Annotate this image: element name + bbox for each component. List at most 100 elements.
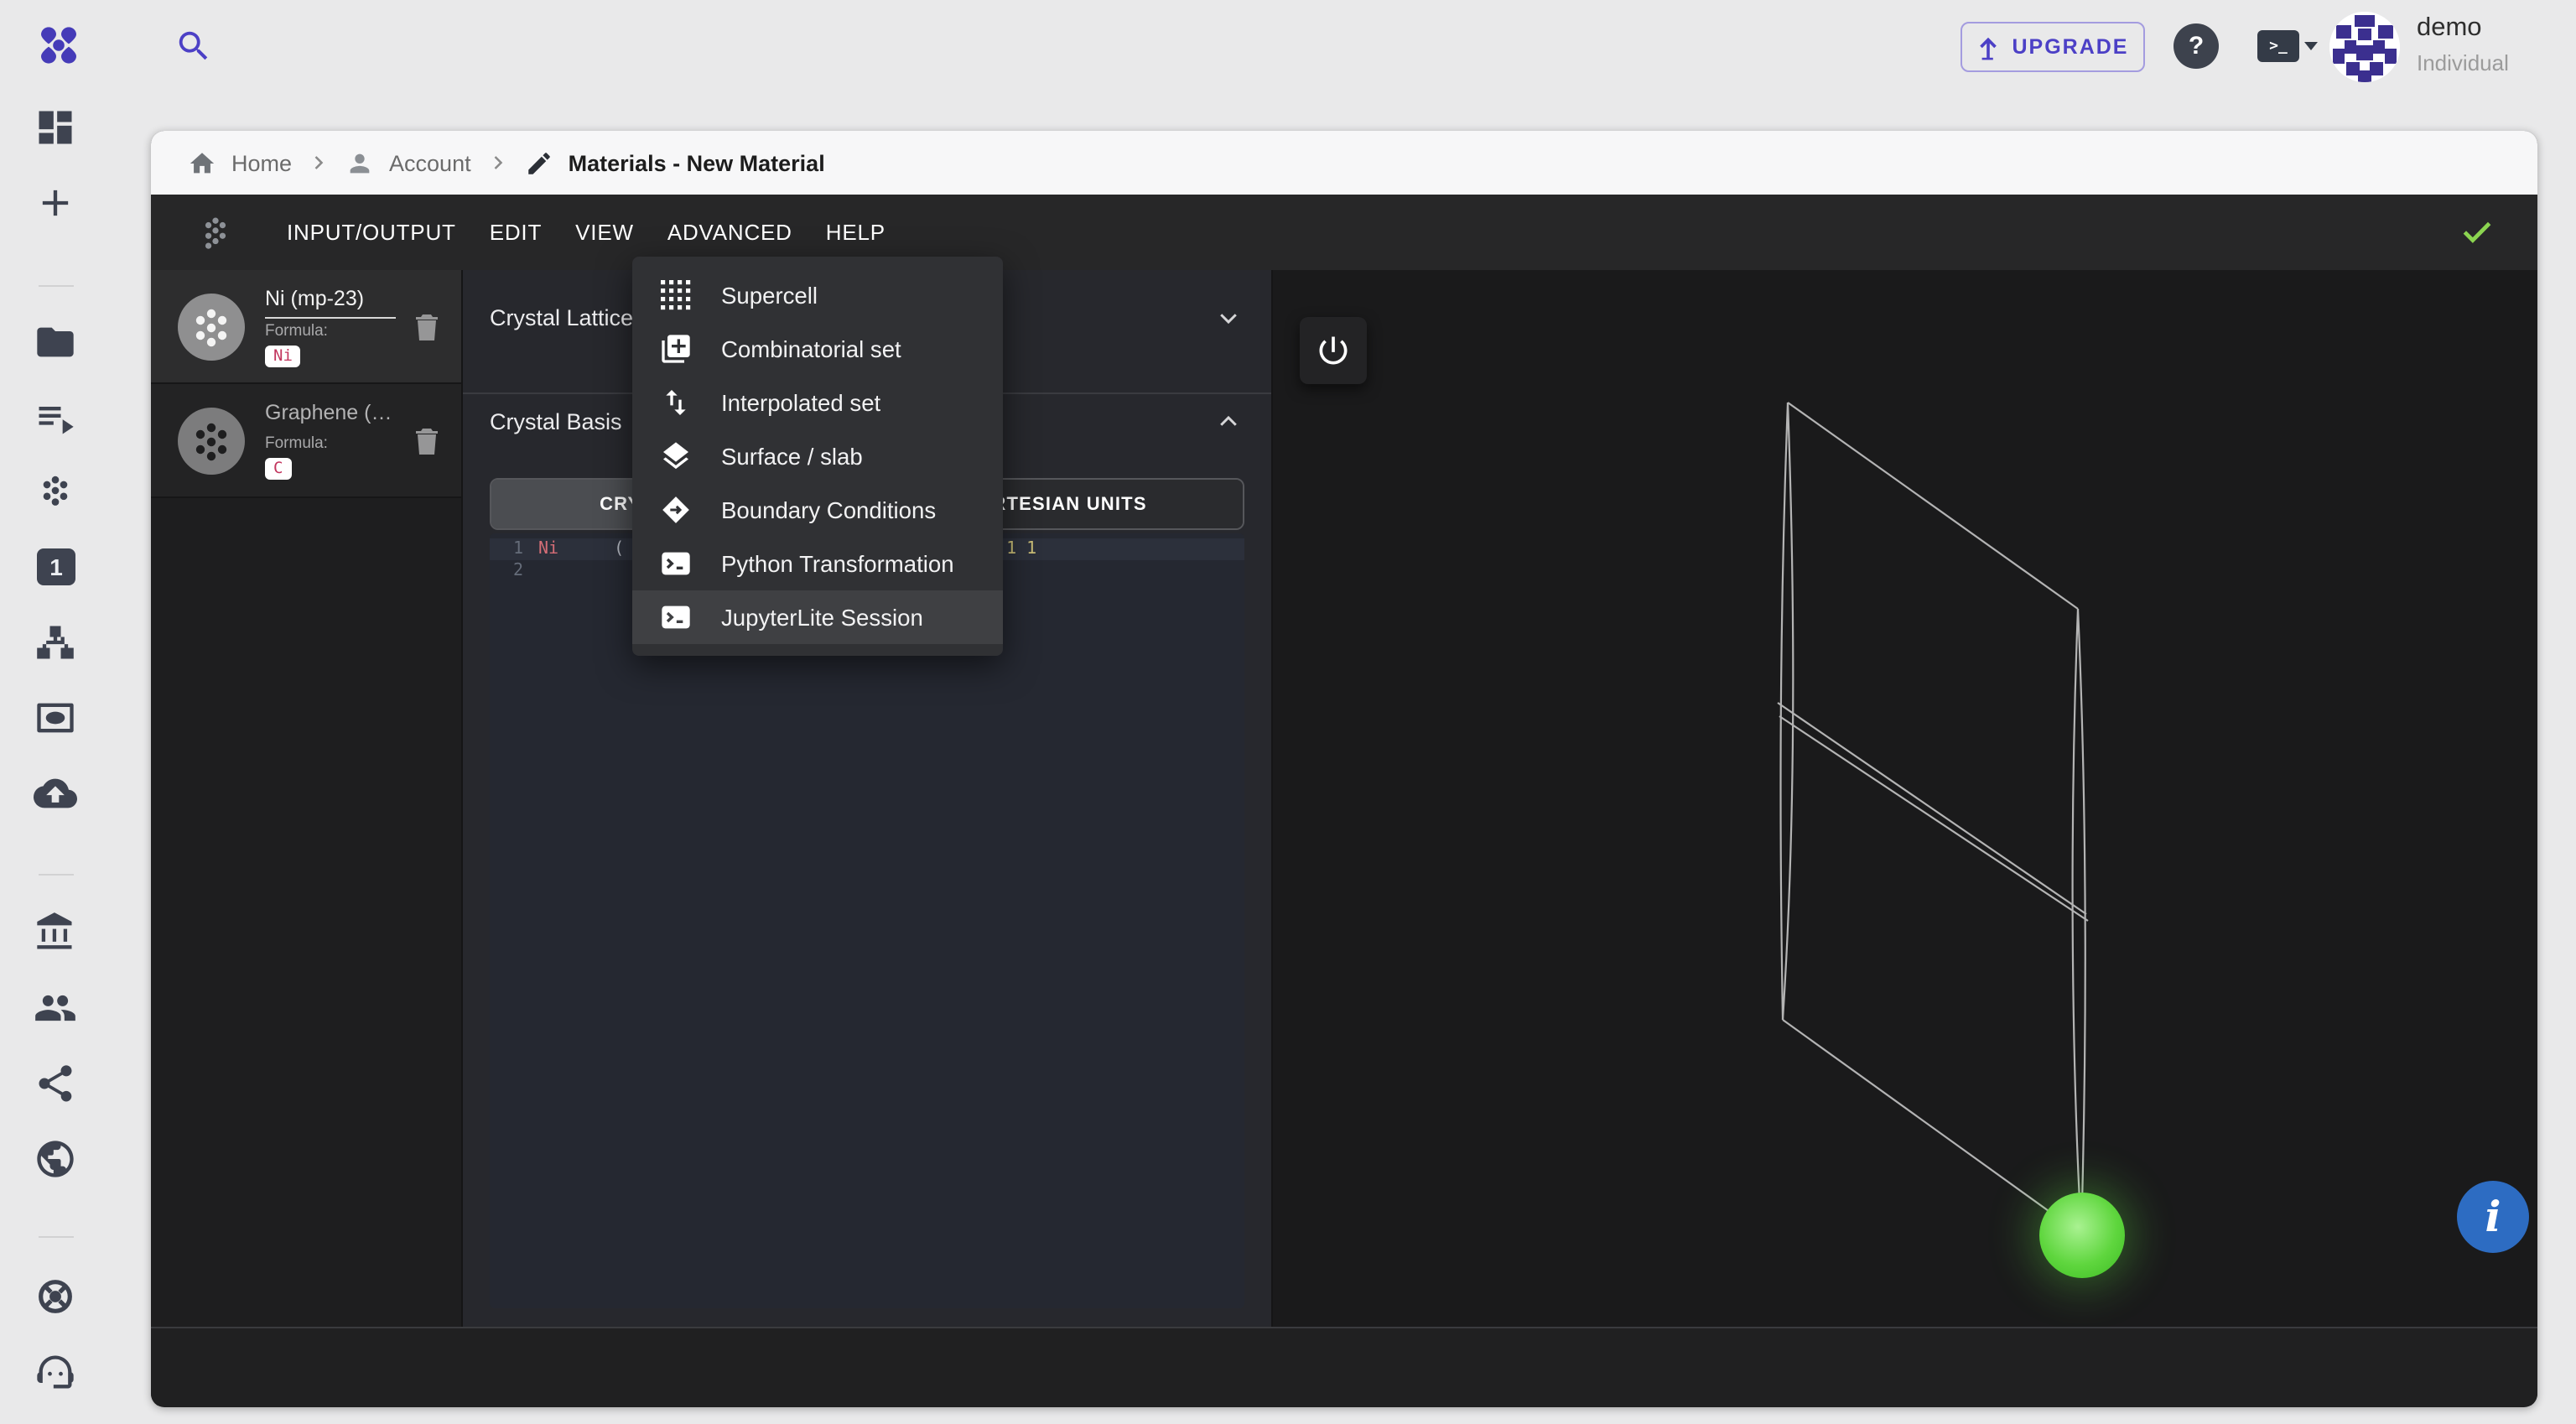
formula-label: Formula: [265, 321, 328, 340]
terminal-icon [659, 600, 693, 634]
line-number: 1 [512, 540, 523, 559]
power-icon [1319, 336, 1348, 365]
headset-icon[interactable] [34, 1350, 77, 1394]
material-name[interactable]: Ni (mp-23) [265, 286, 396, 318]
molecule-icon[interactable] [34, 470, 77, 513]
app-root: UPGRADE ? >_ demo Individual 1 Home Acco… [0, 0, 2576, 1424]
advanced-dropdown-menu: Supercell Combinatorial set Interpolated… [632, 257, 1003, 656]
menu-item-label: Surface / slab [721, 444, 863, 469]
material-item-ni[interactable]: Ni (mp-23) Formula: Ni [151, 270, 461, 384]
chevron-right-icon [486, 151, 510, 174]
dashboard-icon[interactable] [34, 106, 77, 149]
cloud-upload-icon[interactable] [34, 772, 77, 815]
bank-icon[interactable] [34, 911, 77, 954]
breadcrumb-home[interactable]: Home [231, 150, 292, 175]
chevron-up-icon[interactable] [1216, 408, 1241, 434]
delete-material-icon[interactable] [413, 310, 441, 342]
formula-badge: C [265, 458, 292, 480]
search-icon[interactable] [174, 27, 213, 65]
menu-help[interactable]: HELP [809, 206, 902, 258]
editor-menubar: INPUT/OUTPUT EDIT VIEW ADVANCED HELP [151, 195, 2537, 270]
upgrade-label: UPGRADE [2012, 35, 2129, 59]
menu-item-combinatorial-set[interactable]: Combinatorial set [632, 322, 1003, 376]
molecule-logo-icon [205, 217, 226, 249]
unit-cell-wireframe [1777, 402, 2089, 1235]
surface-slab-icon [659, 439, 693, 473]
menu-view[interactable]: VIEW [558, 206, 651, 258]
supercell-grid-icon [659, 278, 693, 312]
globe-icon[interactable] [34, 1137, 77, 1181]
3d-viewer[interactable]: i [1273, 270, 2537, 1327]
chevron-down-icon [2304, 42, 2318, 50]
material-name[interactable]: Graphene (… [265, 401, 396, 431]
upload-icon [1976, 34, 1998, 60]
rail-divider [39, 285, 74, 287]
toggle-viewer-button[interactable] [1300, 317, 1367, 384]
breadcrumb-account[interactable]: Account [389, 150, 471, 175]
menu-edit[interactable]: EDIT [473, 206, 558, 258]
person-icon[interactable] [345, 148, 374, 177]
boundary-conditions-icon [659, 493, 693, 527]
add-icon[interactable] [34, 181, 77, 225]
material-avatar [178, 293, 245, 360]
menu-item-label: Boundary Conditions [721, 497, 937, 522]
terminal-icon [659, 547, 693, 580]
menu-item-label: Supercell [721, 283, 818, 308]
chevron-right-icon [307, 151, 330, 174]
menu-item-boundary-conditions[interactable]: Boundary Conditions [632, 483, 1003, 537]
menu-item-supercell[interactable]: Supercell [632, 268, 1003, 322]
save-check-icon[interactable] [2459, 213, 2496, 250]
breadcrumb-current: Materials - New Material [568, 150, 825, 175]
chevron-down-icon[interactable] [1216, 305, 1241, 330]
console-menu-button[interactable]: >_ [2257, 30, 2318, 62]
menu-item-label: Interpolated set [721, 390, 881, 415]
jobs-badge: 1 [37, 548, 75, 585]
upgrade-button[interactable]: UPGRADE [1961, 22, 2145, 72]
jobs-icon[interactable]: 1 [34, 545, 77, 589]
menu-item-label: JupyterLite Session [721, 605, 923, 630]
material-avatar [178, 407, 245, 474]
paren-token: ( [614, 540, 625, 559]
info-icon: i [2485, 1193, 2501, 1241]
formula-badge: Ni [265, 345, 301, 366]
pencil-icon [525, 148, 553, 177]
workspace-card: Home Account Materials - New Material IN… [151, 131, 2537, 1407]
breadcrumb: Home Account Materials - New Material [151, 131, 2537, 195]
menu-item-jupyterlite-session[interactable]: JupyterLite Session [632, 590, 1003, 644]
menu-item-label: Python Transformation [721, 551, 954, 576]
content-row: Ni (mp-23) Formula: Ni Graphene (… Formu… [151, 270, 2537, 1327]
helm-icon[interactable] [34, 1275, 77, 1318]
element-token: Ni [538, 540, 559, 559]
folder-icon[interactable] [34, 320, 77, 364]
top-bar: UPGRADE ? >_ demo Individual [0, 0, 2576, 92]
material-item-graphene[interactable]: Graphene (… Formula: C [151, 384, 461, 498]
combinatorial-set-icon [659, 332, 693, 366]
share-icon[interactable] [34, 1062, 77, 1105]
account-tree-icon[interactable] [34, 621, 77, 664]
menu-item-interpolated-set[interactable]: Interpolated set [632, 376, 1003, 429]
menu-item-python-transformation[interactable]: Python Transformation [632, 537, 1003, 590]
rail-divider [39, 1236, 74, 1238]
section-title: Crystal Basis [490, 408, 622, 434]
user-avatar[interactable] [2329, 12, 2400, 82]
help-button[interactable]: ? [2174, 23, 2219, 69]
menu-input-output[interactable]: INPUT/OUTPUT [270, 206, 473, 258]
info-button[interactable]: i [2457, 1181, 2529, 1253]
playlist-play-icon[interactable] [34, 396, 77, 439]
delete-material-icon[interactable] [413, 424, 441, 456]
home-icon[interactable] [188, 148, 216, 177]
menu-item-label: Combinatorial set [721, 336, 901, 361]
menu-advanced[interactable]: ADVANCED [651, 206, 809, 258]
mat3ra-logo-icon[interactable] [35, 22, 82, 69]
materials-panel: Ni (mp-23) Formula: Ni Graphene (… Formu… [151, 270, 463, 1327]
rail-divider [39, 874, 74, 876]
media-icon[interactable] [34, 696, 77, 740]
line-number: 2 [512, 562, 523, 580]
people-icon[interactable] [34, 986, 77, 1030]
ni-atom-sphere[interactable] [2039, 1193, 2125, 1278]
question-mark-icon: ? [2188, 32, 2205, 60]
formula-label: Formula: [265, 434, 328, 453]
interpolated-set-icon [659, 386, 693, 419]
user-plan: Individual [2417, 50, 2509, 75]
menu-item-surface-slab[interactable]: Surface / slab [632, 429, 1003, 483]
